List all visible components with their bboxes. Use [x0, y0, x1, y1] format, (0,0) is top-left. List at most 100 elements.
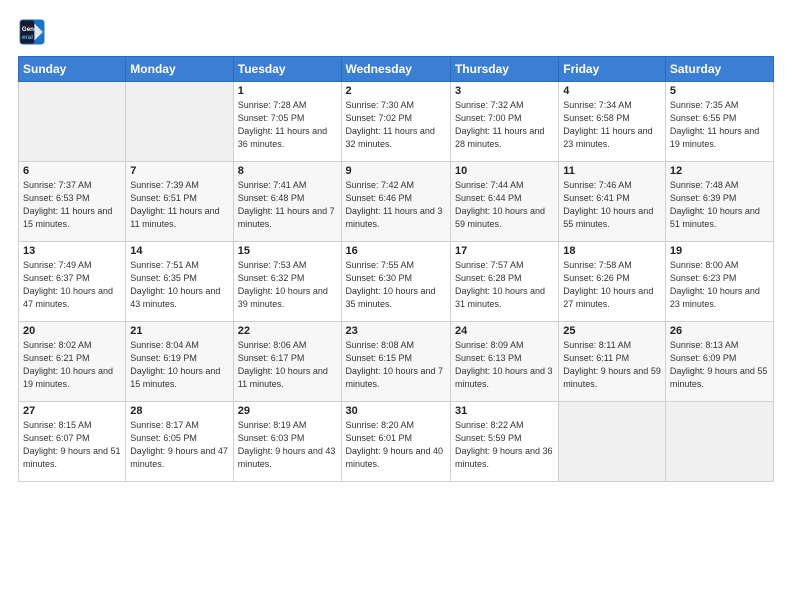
header: Gen- eral — [18, 18, 774, 46]
cell-info: Sunrise: 7:44 AM Sunset: 6:44 PM Dayligh… — [455, 179, 554, 231]
day-number: 4 — [563, 85, 661, 97]
calendar-cell: 29 Sunrise: 8:19 AM Sunset: 6:03 PM Dayli… — [233, 402, 341, 482]
cell-info: Sunrise: 8:00 AM Sunset: 6:23 PM Dayligh… — [670, 259, 769, 311]
calendar-cell: 13 Sunrise: 7:49 AM Sunset: 6:37 PM Dayli… — [19, 242, 126, 322]
svg-text:eral: eral — [22, 34, 33, 41]
calendar-cell: 7 Sunrise: 7:39 AM Sunset: 6:51 PM Daylig… — [126, 162, 233, 242]
day-number: 30 — [346, 405, 446, 417]
day-number: 1 — [238, 85, 337, 97]
cell-info: Sunrise: 8:20 AM Sunset: 6:01 PM Dayligh… — [346, 419, 446, 471]
day-number: 13 — [23, 245, 121, 257]
day-number: 12 — [670, 165, 769, 177]
cell-info: Sunrise: 8:09 AM Sunset: 6:13 PM Dayligh… — [455, 339, 554, 391]
day-number: 3 — [455, 85, 554, 97]
cell-info: Sunrise: 7:34 AM Sunset: 6:58 PM Dayligh… — [563, 99, 661, 151]
cell-info: Sunrise: 7:55 AM Sunset: 6:30 PM Dayligh… — [346, 259, 446, 311]
calendar-table: Sunday Monday Tuesday Wednesday Thursday… — [18, 56, 774, 482]
day-number: 5 — [670, 85, 769, 97]
calendar-cell: 21Sunrise: 8:04 AM Sunset: 6:19 PM Dayli… — [126, 322, 233, 402]
cell-info: Sunrise: 8:13 AM Sunset: 6:09 PM Dayligh… — [670, 339, 769, 391]
calendar-row: 13 Sunrise: 7:49 AM Sunset: 6:37 PM Dayli… — [19, 242, 774, 322]
day-number: 25 — [563, 325, 661, 337]
cell-info: Sunrise: 7:35 AM Sunset: 6:55 PM Dayligh… — [670, 99, 769, 151]
cell-info: Sunrise: 8:22 AM Sunset: 5:59 PM Dayligh… — [455, 419, 554, 471]
day-number: 20 — [23, 325, 121, 337]
calendar-cell: 6Sunrise: 7:37 AM Sunset: 6:53 PM Daylig… — [19, 162, 126, 242]
calendar-cell: 11 Sunrise: 7:46 AM Sunset: 6:41 PM Dayli… — [559, 162, 666, 242]
calendar-cell: 20 Sunrise: 8:02 AM Sunset: 6:21 PM Dayli… — [19, 322, 126, 402]
calendar-cell: 2 Sunrise: 7:30 AM Sunset: 7:02 PM Daylig… — [341, 82, 450, 162]
calendar-cell: 18 Sunrise: 7:58 AM Sunset: 6:26 PM Dayli… — [559, 242, 666, 322]
calendar-cell: 9 Sunrise: 7:42 AM Sunset: 6:46 PM Daylig… — [341, 162, 450, 242]
cell-info: Sunrise: 8:19 AM Sunset: 6:03 PM Dayligh… — [238, 419, 337, 471]
calendar-cell: 28Sunrise: 8:17 AM Sunset: 6:05 PM Dayli… — [126, 402, 233, 482]
day-number: 26 — [670, 325, 769, 337]
calendar-row: 27Sunrise: 8:15 AM Sunset: 6:07 PM Dayli… — [19, 402, 774, 482]
calendar-cell — [126, 82, 233, 162]
cell-info: Sunrise: 7:39 AM Sunset: 6:51 PM Dayligh… — [130, 179, 228, 231]
calendar-cell: 15 Sunrise: 7:53 AM Sunset: 6:32 PM Dayli… — [233, 242, 341, 322]
day-number: 21 — [130, 325, 228, 337]
calendar-cell — [665, 402, 773, 482]
day-number: 29 — [238, 405, 337, 417]
calendar-cell: 26 Sunrise: 8:13 AM Sunset: 6:09 PM Dayli… — [665, 322, 773, 402]
calendar-cell: 25 Sunrise: 8:11 AM Sunset: 6:11 PM Dayli… — [559, 322, 666, 402]
day-number: 18 — [563, 245, 661, 257]
cell-info: Sunrise: 7:42 AM Sunset: 6:46 PM Dayligh… — [346, 179, 446, 231]
cell-info: Sunrise: 7:41 AM Sunset: 6:48 PM Dayligh… — [238, 179, 337, 231]
calendar-cell: 27Sunrise: 8:15 AM Sunset: 6:07 PM Dayli… — [19, 402, 126, 482]
col-friday: Friday — [559, 57, 666, 82]
cell-info: Sunrise: 7:46 AM Sunset: 6:41 PM Dayligh… — [563, 179, 661, 231]
calendar-body: 1 Sunrise: 7:28 AM Sunset: 7:05 PM Daylig… — [19, 82, 774, 482]
col-monday: Monday — [126, 57, 233, 82]
cell-info: Sunrise: 7:30 AM Sunset: 7:02 PM Dayligh… — [346, 99, 446, 151]
cell-info: Sunrise: 8:08 AM Sunset: 6:15 PM Dayligh… — [346, 339, 446, 391]
day-number: 17 — [455, 245, 554, 257]
cell-info: Sunrise: 7:58 AM Sunset: 6:26 PM Dayligh… — [563, 259, 661, 311]
calendar-cell: 31 Sunrise: 8:22 AM Sunset: 5:59 PM Dayli… — [450, 402, 558, 482]
calendar-row: 6Sunrise: 7:37 AM Sunset: 6:53 PM Daylig… — [19, 162, 774, 242]
calendar-cell: 4 Sunrise: 7:34 AM Sunset: 6:58 PM Daylig… — [559, 82, 666, 162]
calendar-cell: 22Sunrise: 8:06 AM Sunset: 6:17 PM Dayli… — [233, 322, 341, 402]
calendar-cell: 12 Sunrise: 7:48 AM Sunset: 6:39 PM Dayli… — [665, 162, 773, 242]
cell-info: Sunrise: 7:53 AM Sunset: 6:32 PM Dayligh… — [238, 259, 337, 311]
cell-info: Sunrise: 8:02 AM Sunset: 6:21 PM Dayligh… — [23, 339, 121, 391]
header-row: Sunday Monday Tuesday Wednesday Thursday… — [19, 57, 774, 82]
cell-info: Sunrise: 8:11 AM Sunset: 6:11 PM Dayligh… — [563, 339, 661, 391]
col-saturday: Saturday — [665, 57, 773, 82]
logo-icon: Gen- eral — [18, 18, 46, 46]
day-number: 9 — [346, 165, 446, 177]
page: Gen- eral Sunday Monday Tuesday Wednesda… — [0, 0, 792, 612]
svg-text:Gen-: Gen- — [22, 26, 36, 33]
calendar-cell: 10 Sunrise: 7:44 AM Sunset: 6:44 PM Dayli… — [450, 162, 558, 242]
day-number: 11 — [563, 165, 661, 177]
calendar-cell: 1 Sunrise: 7:28 AM Sunset: 7:05 PM Daylig… — [233, 82, 341, 162]
day-number: 23 — [346, 325, 446, 337]
day-number: 19 — [670, 245, 769, 257]
cell-info: Sunrise: 7:51 AM Sunset: 6:35 PM Dayligh… — [130, 259, 228, 311]
col-tuesday: Tuesday — [233, 57, 341, 82]
col-wednesday: Wednesday — [341, 57, 450, 82]
day-number: 15 — [238, 245, 337, 257]
cell-info: Sunrise: 7:49 AM Sunset: 6:37 PM Dayligh… — [23, 259, 121, 311]
calendar-cell: 17Sunrise: 7:57 AM Sunset: 6:28 PM Dayli… — [450, 242, 558, 322]
calendar-cell: 3Sunrise: 7:32 AM Sunset: 7:00 PM Daylig… — [450, 82, 558, 162]
cell-info: Sunrise: 7:28 AM Sunset: 7:05 PM Dayligh… — [238, 99, 337, 151]
day-number: 14 — [130, 245, 228, 257]
day-number: 16 — [346, 245, 446, 257]
day-number: 28 — [130, 405, 228, 417]
calendar-cell: 19 Sunrise: 8:00 AM Sunset: 6:23 PM Dayli… — [665, 242, 773, 322]
day-number: 8 — [238, 165, 337, 177]
calendar-row: 20 Sunrise: 8:02 AM Sunset: 6:21 PM Dayli… — [19, 322, 774, 402]
col-thursday: Thursday — [450, 57, 558, 82]
calendar-cell: 5 Sunrise: 7:35 AM Sunset: 6:55 PM Daylig… — [665, 82, 773, 162]
cell-info: Sunrise: 7:48 AM Sunset: 6:39 PM Dayligh… — [670, 179, 769, 231]
day-number: 22 — [238, 325, 337, 337]
cell-info: Sunrise: 8:15 AM Sunset: 6:07 PM Dayligh… — [23, 419, 121, 471]
day-number: 31 — [455, 405, 554, 417]
calendar-cell: 23 Sunrise: 8:08 AM Sunset: 6:15 PM Dayli… — [341, 322, 450, 402]
day-number: 7 — [130, 165, 228, 177]
day-number: 24 — [455, 325, 554, 337]
day-number: 2 — [346, 85, 446, 97]
day-number: 10 — [455, 165, 554, 177]
